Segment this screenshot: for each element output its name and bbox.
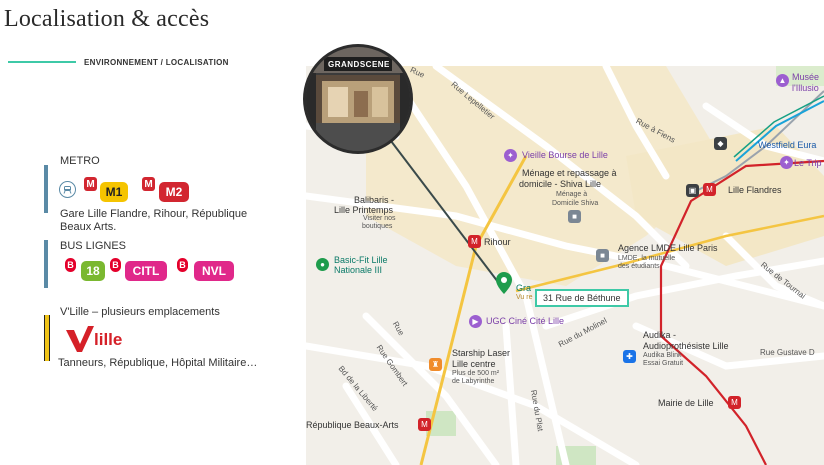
metro-section: METRO M M1 M M2 Gare Lille Flandre, Riho… <box>44 155 284 235</box>
shop-icon[interactable]: ■ <box>568 210 581 223</box>
metro-station-icon[interactable]: M <box>703 183 716 196</box>
office-icon[interactable]: ■ <box>596 249 609 262</box>
accent-rule <box>8 61 76 63</box>
bus-label: BUS LIGNES <box>60 240 127 252</box>
vlille-logo-text: lille <box>94 330 123 349</box>
map-label: l'Illusio <box>792 83 819 93</box>
street-label: Rue Gustave D <box>760 348 815 357</box>
attraction-icon[interactable]: ✦ <box>780 156 793 169</box>
vlille-logo: lille <box>64 324 134 354</box>
cinema-icon[interactable]: ▶ <box>469 315 482 328</box>
bus-logo-icon: B <box>177 258 188 272</box>
line-18-badge: 18 <box>81 261 105 281</box>
map-label: boutiques <box>362 223 393 230</box>
game-icon[interactable]: ♜ <box>429 358 442 371</box>
bus-bar <box>44 240 48 288</box>
vlille-bar <box>44 315 50 361</box>
map-label: Le Trip <box>794 158 822 168</box>
metro-station-icon[interactable]: M <box>468 235 481 248</box>
map-label: Visiter nos <box>363 215 396 222</box>
line-citl-badge: CITL <box>125 261 167 281</box>
vlille-stations: Tanneurs, République, Hôpital Militaire… <box>58 357 258 369</box>
health-icon[interactable]: ✚ <box>623 350 636 363</box>
map-label: Rihour <box>484 237 511 247</box>
vlille-v-icon <box>66 326 94 352</box>
map-label: Plus de 500 m² <box>452 370 500 377</box>
map-label: domicile - Shiva Lille <box>519 179 602 189</box>
gym-icon[interactable]: ● <box>316 258 329 271</box>
landmark-icon[interactable]: ✦ <box>504 149 517 162</box>
bus-logo-icon: B <box>65 258 76 272</box>
map-label: UGC Ciné Cité Lille <box>486 316 565 326</box>
metro-logo-icon: M <box>84 177 97 191</box>
map-label: Lille Printemps <box>334 205 394 215</box>
metro-stations: Gare Lille Flandre, Rihour, République B… <box>60 208 248 233</box>
train-station-icon[interactable]: ▣ <box>686 184 699 197</box>
map-label: Agence LMDE Lille Paris <box>618 243 718 253</box>
location-pin-icon[interactable] <box>496 272 512 294</box>
map-label: Ménage et repassage à <box>522 168 617 178</box>
map-label: Starship Laser <box>452 348 511 358</box>
bus-logo-icon: B <box>110 258 121 272</box>
map-label: Musée <box>792 72 820 82</box>
map-label: Nationale III <box>334 265 383 275</box>
metro-logo-icon: M <box>142 177 155 191</box>
map-label: Audika Blink <box>643 352 682 359</box>
map-label: Audika - <box>643 330 677 340</box>
vlille-section: V'Lille – plusieurs emplacements lille T… <box>44 305 304 375</box>
metro-label: METRO <box>60 155 100 167</box>
map-label: des étudiants <box>618 263 660 270</box>
line-m2-badge: M2 <box>159 182 189 202</box>
museum-icon[interactable]: ▲ <box>776 74 789 87</box>
map-label: Mairie de Lille <box>658 398 714 408</box>
map-label: de Labyrinthe <box>452 378 495 385</box>
map-label: Domicile Shiva <box>552 200 599 207</box>
map-label: Lille Flandres <box>728 185 782 195</box>
map-label: Vieille Bourse de Lille <box>522 150 608 160</box>
photo-sign: GRANDSCENE <box>328 60 390 69</box>
map-label: Gra <box>516 283 532 293</box>
map-label: LMDE, la mutuelle <box>618 255 676 262</box>
map-label: Balibaris - <box>354 195 395 205</box>
vlille-label: V'Lille – plusieurs emplacements <box>60 306 220 318</box>
page-title: Localisation & accès <box>4 6 210 32</box>
metro-station-icon[interactable]: M <box>728 396 741 409</box>
map-label: Vu re <box>516 294 533 301</box>
map-label: Lille centre <box>452 359 496 369</box>
train-icon <box>59 181 76 198</box>
line-m1-badge: M1 <box>100 182 128 202</box>
map-label: Ménage à <box>556 191 588 198</box>
venue-photo: GRANDSCENE <box>303 44 413 154</box>
line-nvl-badge: NVL <box>194 261 234 281</box>
map-label: Audioprothésiste Lille <box>643 341 729 351</box>
map-label: République Beaux-Arts <box>306 420 399 430</box>
page-subtitle: ENVIRONNEMENT / LOCALISATION <box>84 58 229 67</box>
address-label: 31 Rue de Béthune <box>535 289 629 307</box>
shopping-icon[interactable]: ◆ <box>714 137 727 150</box>
metro-bar <box>44 165 48 213</box>
map-label: Essai Gratuit <box>643 360 684 367</box>
map-label: Basic-Fit Lille <box>334 255 388 265</box>
bus-section: BUS LIGNES B 18 B CITL B NVL <box>44 240 284 290</box>
metro-station-icon[interactable]: M <box>418 418 431 431</box>
map-label: Westfield Eura <box>758 140 817 150</box>
